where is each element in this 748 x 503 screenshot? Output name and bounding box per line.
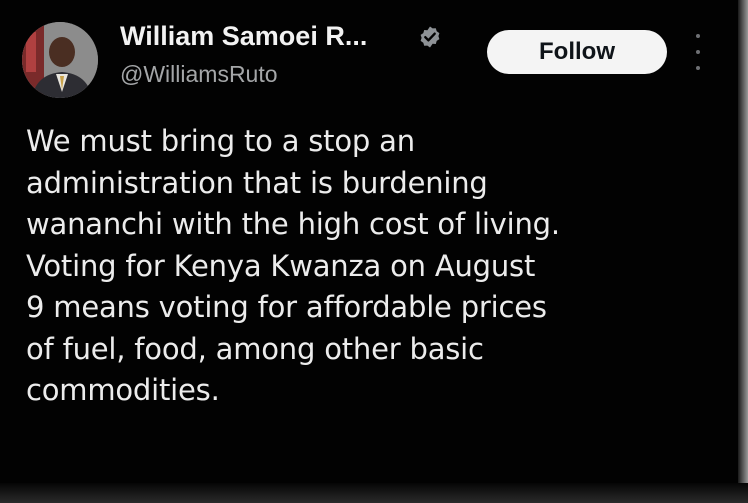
tweet-text: We must bring to a stop an administratio… (26, 121, 706, 412)
tweet-text-line: commodities. (26, 373, 220, 407)
tweet-text-line: of fuel, food, among other basic (26, 331, 484, 366)
verified-badge-icon (420, 26, 440, 48)
tweet-text-line: wananchi with the high cost of living. (26, 207, 560, 241)
tweet-text-line: administration that is burdening (26, 165, 488, 200)
dot (696, 50, 700, 54)
tweet-text-line: We must bring to a stop an (26, 124, 415, 158)
author-display-name[interactable]: William Samoei R... (120, 21, 367, 52)
screen-edge (0, 483, 748, 503)
tweet-text-line: Voting for Kenya Kwanza on August (26, 248, 536, 283)
screen-edge (738, 0, 748, 503)
profile-photo-icon (22, 22, 98, 98)
tweet-card: William Samoei R... @WilliamsRuto Follow… (0, 0, 748, 503)
vertical-ellipsis-icon[interactable] (690, 34, 706, 70)
dot (696, 66, 700, 70)
author-avatar[interactable] (22, 22, 98, 98)
tweet-text-line: 9 means voting for affordable prices (26, 290, 547, 324)
author-handle[interactable]: @WilliamsRuto (120, 61, 278, 88)
follow-button[interactable]: Follow (487, 30, 667, 74)
dot (696, 34, 700, 38)
